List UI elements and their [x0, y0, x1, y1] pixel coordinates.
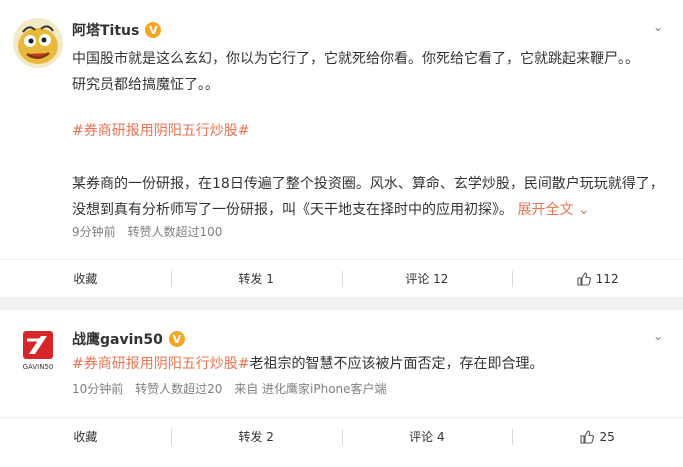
- favorite-button[interactable]: 收藏: [0, 418, 171, 455]
- reposts-note: 转赞人数超过20: [135, 382, 223, 396]
- hashtag-line: #券商研报用阴阳五行炒股#: [72, 118, 672, 144]
- repost-button[interactable]: 转发 2: [170, 418, 342, 455]
- comment-label: 评论 4: [409, 430, 445, 444]
- post-meta: 10分钟前 转赞人数超过20 来自 进化鹰家iPhone客户端: [72, 380, 395, 397]
- favorite-button[interactable]: 收藏: [0, 260, 171, 297]
- repost-label: 转发 1: [238, 272, 274, 286]
- like-count: 112: [595, 271, 619, 286]
- post-line: 没想到真有分析师写了一份研报，叫《天干地支在择时中的应用初探》。: [72, 202, 513, 218]
- author-avatar[interactable]: GAVIN50: [13, 324, 63, 374]
- author-name[interactable]: 阿塔Titus: [72, 20, 139, 40]
- post-text: 中国股市就是这么玄幻，你以为它行了，它就死给你看。你死给它看了，它就跳起来鞭尸。…: [72, 46, 672, 98]
- repost-button[interactable]: 转发 1: [170, 260, 342, 297]
- comment-button[interactable]: 评论 4: [341, 418, 513, 455]
- author-row: 阿塔Titus V: [72, 20, 162, 40]
- action-bar: 收藏 转发 2 评论 4 25: [0, 417, 683, 455]
- cartoon-avatar-icon: [13, 18, 63, 68]
- post-line: 研究员都给搞魔怔了。。: [72, 77, 219, 93]
- post-line: 某券商的一份研报，在18日传遍了整个投资圈。风水、算命、玄学炒股，民间散户玩玩就…: [72, 176, 664, 192]
- hashtag-link[interactable]: #券商研报用阴阳五行炒股#: [72, 356, 249, 372]
- avatar-logo-text: GAVIN50: [23, 363, 54, 371]
- chevron-down-icon[interactable]: ⌄: [653, 329, 663, 343]
- thumb-up-icon: [577, 271, 591, 286]
- post-meta: 9分钟前 转赞人数超过100: [72, 223, 230, 240]
- chevron-down-icon[interactable]: ⌄: [653, 20, 663, 34]
- repost-label: 转发 2: [238, 430, 274, 444]
- verified-badge-icon: V: [168, 331, 185, 347]
- comment-label: 评论 12: [405, 272, 449, 286]
- action-bar: 收藏 转发 1 评论 12 112: [0, 259, 683, 297]
- post-line: 中国股市就是这么玄幻，你以为它行了，它就死给你看。你死给它看了，它就跳起来鞭尸。…: [72, 51, 639, 67]
- post-body: 某券商的一份研报，在18日传遍了整个投资圈。风水、算命、玄学炒股，民间散户玩玩就…: [72, 171, 672, 223]
- author-row: 战鹰gavin50 V: [72, 329, 185, 349]
- expand-chevron-icon: ⌄: [573, 202, 590, 218]
- expand-label: 展开全文: [517, 202, 574, 218]
- like-button[interactable]: 25: [512, 418, 683, 455]
- weibo-post-card: 阿塔Titus V ⌄ 中国股市就是这么玄幻，你以为它行了，它就死给你看。你死给…: [0, 0, 683, 297]
- author-avatar[interactable]: [13, 18, 63, 68]
- post-line: 老祖宗的智慧不应该被片面否定，存在即合理。: [249, 356, 544, 372]
- comment-button[interactable]: 评论 12: [341, 260, 513, 297]
- post-time[interactable]: 9分钟前: [72, 225, 116, 239]
- post-text: #券商研报用阴阳五行炒股#老祖宗的智慧不应该被片面否定，存在即合理。: [72, 351, 672, 377]
- author-name[interactable]: 战鹰gavin50: [72, 329, 163, 349]
- post-source[interactable]: 来自 进化鹰家iPhone客户端: [234, 382, 386, 396]
- expand-full-text-link[interactable]: 展开全文 ⌄: [517, 202, 589, 218]
- like-button[interactable]: 112: [512, 260, 683, 297]
- post-time[interactable]: 10分钟前: [72, 382, 123, 396]
- verified-badge-icon: V: [145, 22, 162, 38]
- favorite-label: 收藏: [73, 430, 98, 444]
- like-count: 25: [599, 429, 615, 444]
- hashtag-link[interactable]: #券商研报用阴阳五行炒股#: [72, 123, 249, 139]
- favorite-label: 收藏: [73, 272, 98, 286]
- reposts-note: 转赞人数超过100: [127, 225, 223, 239]
- weibo-post-card: GAVIN50 战鹰gavin50 V ⌄ #券商研报用阴阳五行炒股#老祖宗的智…: [0, 310, 683, 467]
- gavin50-logo-icon: GAVIN50: [13, 324, 63, 374]
- thumb-up-icon: [580, 429, 595, 444]
